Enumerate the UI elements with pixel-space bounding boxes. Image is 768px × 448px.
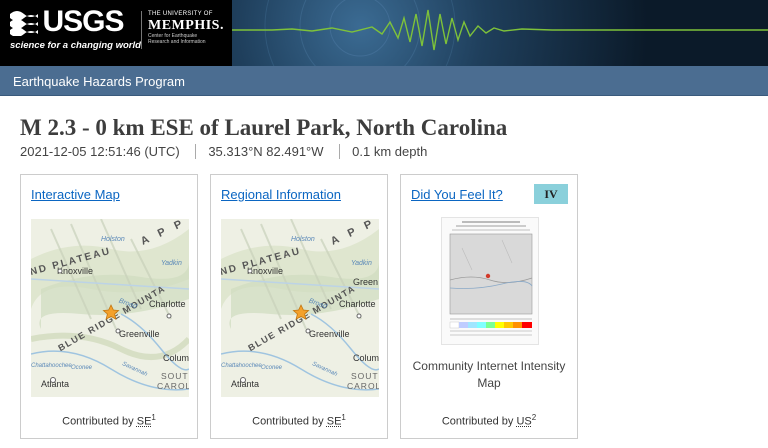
contributor-link[interactable]: SE <box>327 416 342 428</box>
event-location: 35.313°N 82.491°W <box>195 144 335 159</box>
map-label-greenville: Greenville <box>309 329 350 339</box>
contributed-prefix: Contributed by <box>252 416 324 428</box>
terrain-map-icon: ND PLATEAU A P P BLUE RIDGE MOUNTA Knoxv… <box>31 219 189 397</box>
map-label-green: Green <box>353 277 378 287</box>
intensity-badge: IV <box>534 184 568 204</box>
seismogram-banner <box>232 0 768 66</box>
map-label-yadkin: Yadkin <box>351 260 372 267</box>
regional-information-link[interactable]: Regional Information <box>221 187 341 202</box>
map-label-caroli: CAROLI <box>347 381 379 391</box>
event-time: 2021-12-05 12:51:46 (UTC) <box>20 144 180 159</box>
map-label-greenville: Greenville <box>119 329 160 339</box>
map-label-chattahoochee: Chattahoochee <box>221 363 262 369</box>
footnote-ref[interactable]: 1 <box>341 413 345 422</box>
card-did-you-feel-it[interactable]: Did You Feel It? IV Community Internet I <box>400 174 578 439</box>
map-label-oconee: Oconee <box>71 365 93 371</box>
footnote-ref[interactable]: 2 <box>532 413 536 422</box>
usgs-logo[interactable]: USGS science for a changing world <box>10 5 141 51</box>
map-label-holston: Holston <box>101 236 125 243</box>
contributor-link[interactable]: SE <box>137 416 152 428</box>
card-interactive-map[interactable]: Interactive Map ND PLATEAU A P P BLUE RI… <box>20 174 198 439</box>
contributed-by: Contributed by SE1 <box>21 413 197 428</box>
contributed-prefix: Contributed by <box>62 416 134 428</box>
map-label-caroli: CAROLI <box>157 381 189 391</box>
cii-map-thumbnail[interactable] <box>441 217 539 345</box>
regional-map-thumbnail[interactable]: ND PLATEAU A P P BLUE RIDGE MOUNTA Knoxv… <box>221 219 379 397</box>
program-link[interactable]: Earthquake Hazards Program <box>13 74 185 89</box>
map-label-colum: Colum <box>353 353 379 363</box>
memphis-name: MEMPHIS. <box>148 18 224 33</box>
memphis-small: THE UNIVERSITY OF <box>148 11 213 17</box>
did-you-feel-it-link[interactable]: Did You Feel It? <box>411 187 503 202</box>
memphis-logo[interactable]: THE UNIVERSITY OF MEMPHIS. Center for Ea… <box>141 11 224 49</box>
map-label-yadkin: Yadkin <box>161 260 182 267</box>
usgs-wordmark: USGS <box>42 5 124 38</box>
contributed-by: Contributed by US2 <box>401 413 577 428</box>
map-label-charlotte: Charlotte <box>149 299 186 309</box>
map-label-charlotte: Charlotte <box>339 299 376 309</box>
usgs-wave-icon <box>10 11 38 36</box>
contributor-link[interactable]: US <box>516 416 531 428</box>
event-depth: 0.1 km depth <box>339 144 439 159</box>
interactive-map-link[interactable]: Interactive Map <box>31 187 120 202</box>
contributed-by: Contributed by SE1 <box>211 413 387 428</box>
intensity-map-icon <box>449 221 533 336</box>
map-label-chattahoochee: Chattahoochee <box>31 363 72 369</box>
site-header: USGS science for a changing world THE UN… <box>0 0 768 66</box>
seismogram-trace-icon <box>232 0 768 66</box>
program-bar: Earthquake Hazards Program <box>0 66 768 96</box>
event-meta: 2021-12-05 12:51:46 (UTC) 35.313°N 82.49… <box>20 144 439 159</box>
event-title: M 2.3 - 0 km ESE of Laurel Park, North C… <box>20 115 508 140</box>
card-regional-information[interactable]: Regional Information ND PLATEAU A P P BL… <box>210 174 388 439</box>
memphis-sub: Center for Earthquake Research and Infor… <box>148 33 206 45</box>
usgs-tagline: science for a changing world <box>10 40 141 51</box>
map-label-colum: Colum <box>163 353 189 363</box>
map-label-holston: Holston <box>291 236 315 243</box>
contributed-prefix: Contributed by <box>441 416 514 428</box>
map-label-south: SOUT <box>351 371 379 381</box>
interactive-map-thumbnail[interactable]: ND PLATEAU A P P BLUE RIDGE MOUNTA Knoxv… <box>31 219 189 397</box>
footnote-ref[interactable]: 1 <box>151 413 155 422</box>
map-label-oconee: Oconee <box>261 365 283 371</box>
map-label-south: SOUT <box>161 371 189 381</box>
terrain-map-icon: ND PLATEAU A P P BLUE RIDGE MOUNTA Knoxv… <box>221 219 379 397</box>
cii-caption: Community Internet Intensity Map <box>412 359 566 390</box>
